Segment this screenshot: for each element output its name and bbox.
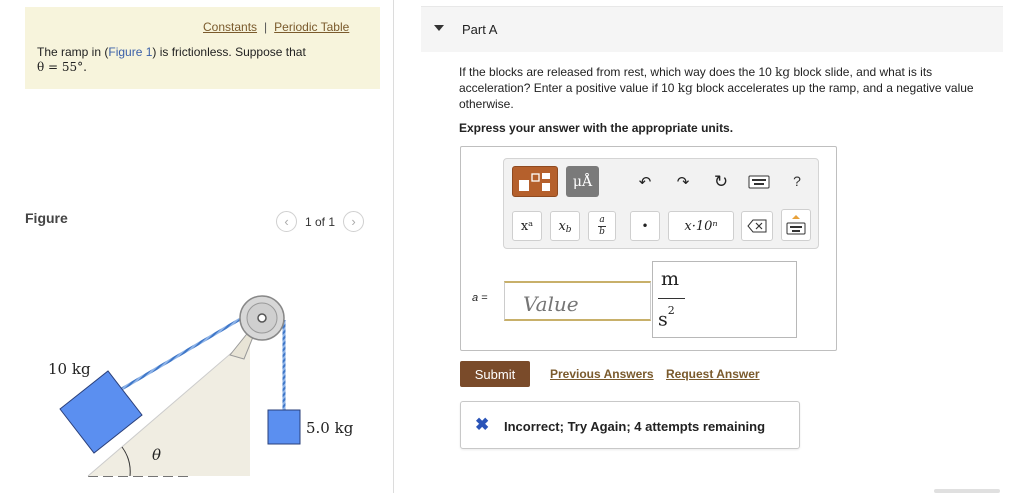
resource-links: Constants | Periodic Table	[203, 20, 349, 34]
request-answer-link[interactable]: Request Answer	[666, 367, 760, 381]
scientific-notation-button[interactable]: x·10ⁿ	[668, 211, 734, 241]
keyboard-shortcuts-icon[interactable]	[747, 172, 771, 192]
fraction-den: b	[599, 226, 605, 237]
fraction-button[interactable]: a b	[588, 211, 616, 241]
panel-divider	[393, 0, 394, 493]
keyboard-icon	[786, 215, 806, 235]
unit-fraction-bar	[658, 298, 685, 299]
fraction-num: a	[599, 214, 605, 225]
feedback-message: Incorrect; Try Again; 4 attempts remaini…	[504, 419, 766, 434]
redo-icon[interactable]: ↷	[672, 171, 694, 193]
pulley-axle	[257, 313, 267, 323]
delete-button[interactable]	[741, 211, 773, 241]
prev-figure-button[interactable]: ‹	[276, 211, 297, 232]
problem-text-pre: The ramp in (	[37, 45, 109, 59]
question-part-1: If the blocks are released from rest, wh…	[459, 65, 776, 79]
undo-icon[interactable]: ↶	[634, 171, 656, 193]
link-separator: |	[264, 20, 268, 34]
figure-pager: ‹ 1 of 1 ›	[276, 211, 365, 232]
figure-count: 1 of 1	[305, 214, 336, 229]
angle-label: θ	[152, 446, 162, 464]
question-text: If the blocks are released from rest, wh…	[459, 64, 999, 112]
collapse-triangle-icon[interactable]	[434, 25, 444, 31]
figure-heading: Figure	[25, 210, 68, 226]
scroll-indicator[interactable]	[934, 489, 1000, 493]
units-button[interactable]: μÅ	[566, 166, 599, 197]
submit-button[interactable]: Submit	[460, 361, 530, 387]
mass-label-10kg: 10 kg	[48, 360, 91, 378]
theta-value: θ = 55°.	[37, 60, 87, 74]
math-toolbar: μÅ ↶ ↷ ↻ ? xᵃ xb a b • x·10ⁿ	[503, 158, 819, 249]
reset-icon[interactable]: ↻	[710, 171, 732, 193]
part-header[interactable]: Part A	[421, 6, 1003, 52]
next-figure-button[interactable]: ›	[343, 211, 365, 232]
part-title: Part A	[462, 22, 498, 37]
keyboard-toggle-button[interactable]	[781, 209, 811, 241]
multiply-dot-button[interactable]: •	[630, 211, 660, 241]
unit-input[interactable]: m s2	[652, 261, 797, 338]
ramp-figure	[59, 295, 301, 477]
unit-kg-1: kg	[775, 65, 791, 79]
constants-link[interactable]: Constants	[203, 20, 257, 34]
superscript-button[interactable]: xᵃ	[512, 211, 542, 241]
unit-kg-2: kg	[677, 81, 693, 95]
backspace-icon	[747, 219, 767, 233]
subscript-button[interactable]: xb	[550, 211, 580, 241]
templates-button[interactable]	[512, 166, 558, 197]
mass-label-5kg: 5.0 kg	[306, 419, 354, 437]
help-button[interactable]: ?	[787, 169, 807, 193]
incorrect-icon: ✖	[475, 415, 490, 434]
templates-icon	[519, 172, 550, 191]
problem-statement: The ramp in (Figure 1) is frictionless. …	[37, 45, 306, 75]
answer-variable-label: a =	[472, 292, 488, 304]
unit-denominator: s2	[658, 304, 675, 331]
problem-text-post: ) is frictionless. Suppose that	[152, 45, 306, 59]
feedback-box: ✖ Incorrect; Try Again; 4 attempts remai…	[460, 401, 800, 449]
value-input[interactable]	[504, 281, 651, 321]
periodic-table-link[interactable]: Periodic Table	[274, 20, 349, 34]
block-5kg	[267, 409, 301, 445]
figure-link[interactable]: Figure 1	[108, 45, 152, 59]
express-instruction: Express your answer with the appropriate…	[459, 121, 734, 135]
previous-answers-link[interactable]: Previous Answers	[550, 367, 654, 381]
unit-numerator: m	[661, 268, 680, 290]
